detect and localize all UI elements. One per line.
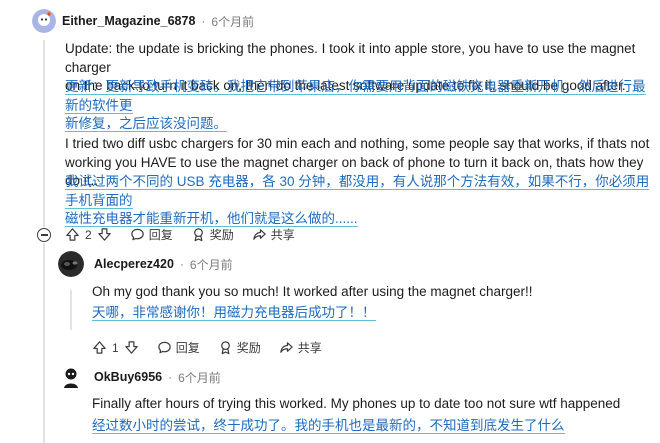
minus-circle-icon[interactable] bbox=[37, 228, 51, 242]
comment-author[interactable]: Either_Magazine_6878 bbox=[62, 14, 195, 28]
comment-text-line: Oh my god thank you so much! It worked a… bbox=[92, 284, 533, 299]
comment-text-line: Update: the update is bricking the phone… bbox=[65, 41, 636, 75]
avatar[interactable] bbox=[58, 364, 84, 390]
comment-time[interactable]: 6个月前 bbox=[178, 369, 221, 386]
speech-bubble-icon bbox=[157, 341, 171, 354]
speech-bubble-icon bbox=[130, 228, 144, 241]
arrow-down-icon[interactable] bbox=[97, 227, 112, 242]
share-button[interactable]: 共享 bbox=[252, 226, 295, 243]
reply-button[interactable]: 回复 bbox=[157, 339, 200, 356]
reply-label: 回复 bbox=[175, 341, 200, 355]
thread-line-reply-elbow-1 bbox=[43, 243, 45, 443]
award-label: 奖励 bbox=[209, 228, 234, 242]
vote-group: 2 bbox=[65, 227, 112, 242]
comment-header: OkBuy6956 · 6个月前 bbox=[58, 364, 221, 390]
separator-dot: · bbox=[201, 14, 206, 28]
comment-author[interactable]: OkBuy6956 bbox=[94, 370, 162, 384]
separator-dot: · bbox=[179, 257, 184, 271]
comment-body-en: Finally after hours of trying this worke… bbox=[92, 395, 652, 414]
comment-translation-zh: 天哪，非常感谢你！用磁力充电器后成功了！！ bbox=[92, 304, 652, 323]
award-icon bbox=[193, 228, 203, 242]
comment-author[interactable]: Alecperez420 bbox=[94, 257, 174, 271]
comment-body-en: Oh my god thank you so much! It worked a… bbox=[92, 283, 652, 302]
comment-actions: 1 回复 奖励 共享 bbox=[92, 339, 340, 356]
reply-label: 回复 bbox=[148, 228, 173, 242]
reply-button[interactable]: 回复 bbox=[130, 226, 173, 243]
arrow-down-icon[interactable] bbox=[124, 340, 139, 355]
comment-translation-zh: 更新：更新导致手机变砖。我把它带到苹果店，你需要用背面的磁铁充电器重新开机，然后… bbox=[65, 78, 655, 134]
comment-translation-zh-2: 我试过两个不同的 USB 充电器，各 30 分钟，都没用，有人说那个方法有效，如… bbox=[65, 173, 655, 229]
translation-line: 我试过两个不同的 USB 充电器，各 30 分钟，都没用，有人说那个方法有效，如… bbox=[65, 174, 650, 209]
translation-line: 经过数小时的尝试，终于成功了。我的手机也是最新的，不知道到底发生了什么 bbox=[92, 418, 565, 434]
share-button[interactable]: 共享 bbox=[279, 339, 322, 356]
comment-actions: 2 回复 奖励 共享 bbox=[65, 226, 313, 243]
comment-header: Either_Magazine_6878 · 6个月前 bbox=[32, 9, 254, 33]
share-label: 共享 bbox=[270, 228, 295, 242]
share-label: 共享 bbox=[297, 341, 322, 355]
comment-text-line: I tried two diff usbc chargers for 30 mi… bbox=[65, 136, 650, 151]
award-button[interactable]: 奖励 bbox=[191, 226, 234, 243]
translation-line: 磁性充电器才能重新开机，他们就是这么做的...... bbox=[65, 211, 358, 227]
comment-text-line: Finally after hours of trying this worke… bbox=[92, 396, 621, 411]
award-button[interactable]: 奖励 bbox=[218, 339, 261, 356]
avatar[interactable] bbox=[58, 251, 84, 277]
comment-translation-zh: 经过数小时的尝试，终于成功了。我的手机也是最新的，不知道到底发生了什么 bbox=[92, 417, 652, 436]
share-arrow-icon bbox=[252, 229, 266, 240]
translation-line: 新修复，之后应该没问题。 bbox=[65, 116, 227, 132]
award-label: 奖励 bbox=[236, 341, 261, 355]
separator-dot: · bbox=[168, 370, 173, 384]
thread-line-main bbox=[43, 40, 45, 227]
translation-line: 更新：更新导致手机变砖。我把它带到苹果店，你需要用背面的磁铁充电器重新开机，然后… bbox=[65, 79, 646, 114]
vote-count: 2 bbox=[85, 227, 92, 242]
award-icon bbox=[220, 341, 230, 355]
comment-time[interactable]: 6个月前 bbox=[190, 256, 233, 273]
comment-time[interactable]: 6个月前 bbox=[211, 13, 254, 30]
arrow-up-icon[interactable] bbox=[92, 340, 107, 355]
arrow-up-icon[interactable] bbox=[65, 227, 80, 242]
vote-count: 1 bbox=[112, 340, 119, 355]
thread-line-reply-elbow-2 bbox=[70, 290, 72, 330]
vote-group: 1 bbox=[92, 340, 139, 355]
comment-header: Alecperez420 · 6个月前 bbox=[58, 251, 233, 277]
translation-line: 天哪，非常感谢你！用磁力充电器后成功了！！ bbox=[92, 305, 376, 321]
share-arrow-icon bbox=[279, 342, 293, 353]
avatar[interactable] bbox=[32, 9, 56, 33]
